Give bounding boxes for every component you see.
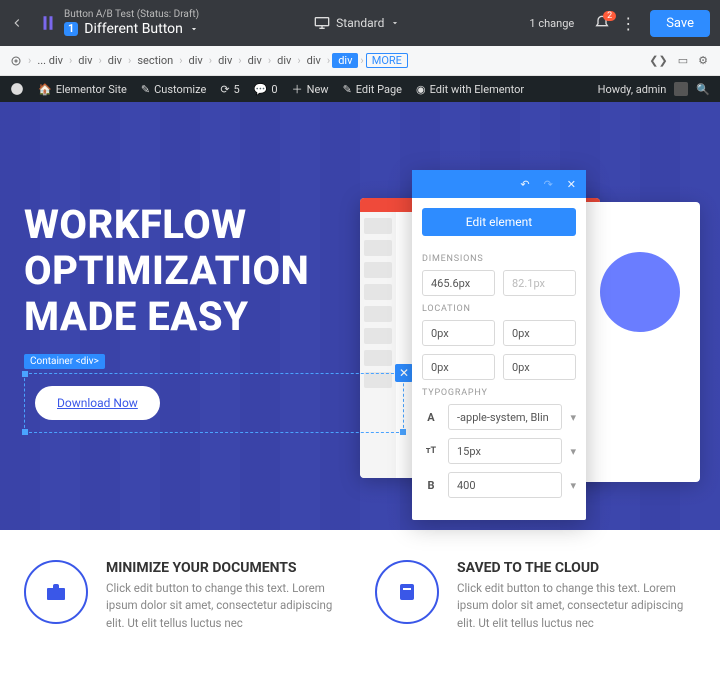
wp-comments[interactable]: 💬 0 bbox=[254, 83, 278, 96]
settings-icon[interactable]: ⚙ bbox=[698, 54, 708, 67]
wp-admin-bar: 🏠 Elementor Site ✎ Customize ⟳ 5 💬 0 ＋ N… bbox=[0, 76, 720, 102]
feature-title: SAVED TO THE CLOUD bbox=[457, 560, 696, 576]
hero-section: WORKFLOW OPTIMIZATION MADE EASY Containe… bbox=[0, 102, 720, 530]
location-label: LOCATION bbox=[422, 304, 576, 314]
wp-logo[interactable] bbox=[10, 82, 24, 96]
breadcrumb-path: ›... div ›div ›div ›section ›div ›div ›d… bbox=[0, 46, 720, 76]
chevron-down-icon bbox=[390, 18, 400, 28]
devices-icon[interactable]: ▭ bbox=[678, 54, 688, 67]
crumb-home[interactable] bbox=[6, 55, 26, 67]
app-topbar: Button A/B Test (Status: Draft) 1 Differ… bbox=[0, 0, 720, 46]
changes-count[interactable]: 1 change bbox=[529, 17, 574, 30]
crumb[interactable]: div bbox=[74, 54, 96, 67]
font-weight-field[interactable]: 400 bbox=[448, 472, 562, 498]
wp-updates[interactable]: ⟳ 5 bbox=[220, 83, 239, 96]
crumb-active[interactable]: div bbox=[332, 53, 358, 68]
loc-right-field[interactable]: 0px bbox=[503, 320, 576, 346]
crumb-more[interactable]: MORE bbox=[366, 53, 408, 68]
variation-name: Different Button bbox=[84, 21, 183, 38]
font-size-icon: тT bbox=[422, 446, 440, 456]
desktop-icon bbox=[314, 15, 330, 31]
wp-edit-elementor[interactable]: ◉ Edit with Elementor bbox=[416, 83, 524, 96]
panel-header: ↶ ↷ ✕ bbox=[412, 170, 586, 198]
close-icon[interactable]: ✕ bbox=[567, 178, 576, 191]
briefcase-icon bbox=[24, 560, 88, 624]
dimensions-label: DIMENSIONS bbox=[422, 254, 576, 264]
notifications-button[interactable]: 2 bbox=[594, 15, 610, 31]
crumb[interactable]: ... div bbox=[33, 54, 67, 67]
selection-close[interactable]: ✕ bbox=[395, 364, 413, 382]
edit-panel: ↶ ↷ ✕ Edit element DIMENSIONS 465.6px 82… bbox=[412, 170, 586, 520]
save-button[interactable]: Save bbox=[650, 10, 710, 37]
avatar[interactable] bbox=[674, 82, 688, 96]
chevron-down-icon bbox=[189, 24, 199, 34]
test-status: Button A/B Test (Status: Draft) bbox=[64, 9, 199, 21]
feature-body: Click edit button to change this text. L… bbox=[457, 580, 696, 632]
undo-icon[interactable]: ↶ bbox=[520, 178, 529, 191]
chevron-down-icon[interactable]: ▾ bbox=[570, 479, 576, 492]
loc-left-field[interactable]: 0px bbox=[503, 354, 576, 380]
feature-body: Click edit button to change this text. L… bbox=[106, 580, 345, 632]
download-button[interactable]: Download Now bbox=[35, 386, 160, 420]
crumb[interactable]: div bbox=[273, 54, 295, 67]
chevron-down-icon[interactable]: ▾ bbox=[570, 445, 576, 458]
more-menu[interactable]: ⋮ bbox=[620, 14, 636, 33]
search-icon[interactable]: 🔍 bbox=[696, 83, 710, 96]
selection-tag[interactable]: Container <div> bbox=[24, 354, 105, 369]
crumb[interactable]: section bbox=[133, 54, 177, 67]
feature-minimize: MINIMIZE YOUR DOCUMENTS Click edit butto… bbox=[24, 560, 345, 632]
wp-edit-page[interactable]: ✎ Edit Page bbox=[343, 83, 402, 96]
variation-badge: 1 bbox=[64, 22, 78, 35]
brand-block: Button A/B Test (Status: Draft) 1 Differ… bbox=[38, 9, 199, 38]
crumb[interactable]: div bbox=[303, 54, 325, 67]
book-icon bbox=[375, 560, 439, 624]
crumb[interactable]: div bbox=[185, 54, 207, 67]
feature-cloud: SAVED TO THE CLOUD Click edit button to … bbox=[375, 560, 696, 632]
loc-bottom-field[interactable]: 0px bbox=[422, 354, 495, 380]
device-label: Standard bbox=[336, 16, 384, 30]
edit-element-button[interactable]: Edit element bbox=[422, 208, 576, 236]
width-field[interactable]: 465.6px bbox=[422, 270, 495, 296]
mock-browser-right bbox=[580, 202, 700, 482]
font-family-field[interactable]: -apple-system, Blin bbox=[448, 404, 562, 430]
notif-badge: 2 bbox=[603, 11, 616, 21]
redo-icon[interactable]: ↷ bbox=[544, 178, 553, 191]
wp-howdy[interactable]: Howdy, admin bbox=[598, 83, 667, 96]
selection-outline[interactable]: ✕ Download Now bbox=[24, 373, 404, 433]
font-weight-icon: B bbox=[422, 479, 440, 492]
crumb[interactable]: div bbox=[214, 54, 236, 67]
wp-new[interactable]: ＋ New bbox=[292, 81, 329, 97]
back-button[interactable] bbox=[0, 0, 34, 46]
device-selector[interactable]: Standard bbox=[314, 15, 400, 31]
brand-icon bbox=[38, 13, 58, 33]
wordpress-icon bbox=[10, 82, 24, 96]
crumb[interactable]: div bbox=[104, 54, 126, 67]
font-size-field[interactable]: 15px bbox=[448, 438, 562, 464]
code-icon[interactable]: ❮❯ bbox=[649, 54, 667, 67]
wp-site-link[interactable]: 🏠 Elementor Site bbox=[38, 83, 127, 96]
crumb[interactable]: div bbox=[244, 54, 266, 67]
feature-title: MINIMIZE YOUR DOCUMENTS bbox=[106, 560, 345, 576]
chevron-down-icon[interactable]: ▾ bbox=[570, 411, 576, 424]
typography-label: TYPOGRAPHY bbox=[422, 388, 576, 398]
height-field[interactable]: 82.1px bbox=[503, 270, 576, 296]
target-icon bbox=[10, 55, 22, 67]
variation-selector[interactable]: 1 Different Button bbox=[64, 21, 199, 38]
font-family-icon: A bbox=[422, 411, 440, 424]
features-row: MINIMIZE YOUR DOCUMENTS Click edit butto… bbox=[0, 530, 720, 632]
loc-top-field[interactable]: 0px bbox=[422, 320, 495, 346]
wp-customize[interactable]: ✎ Customize bbox=[141, 83, 206, 96]
